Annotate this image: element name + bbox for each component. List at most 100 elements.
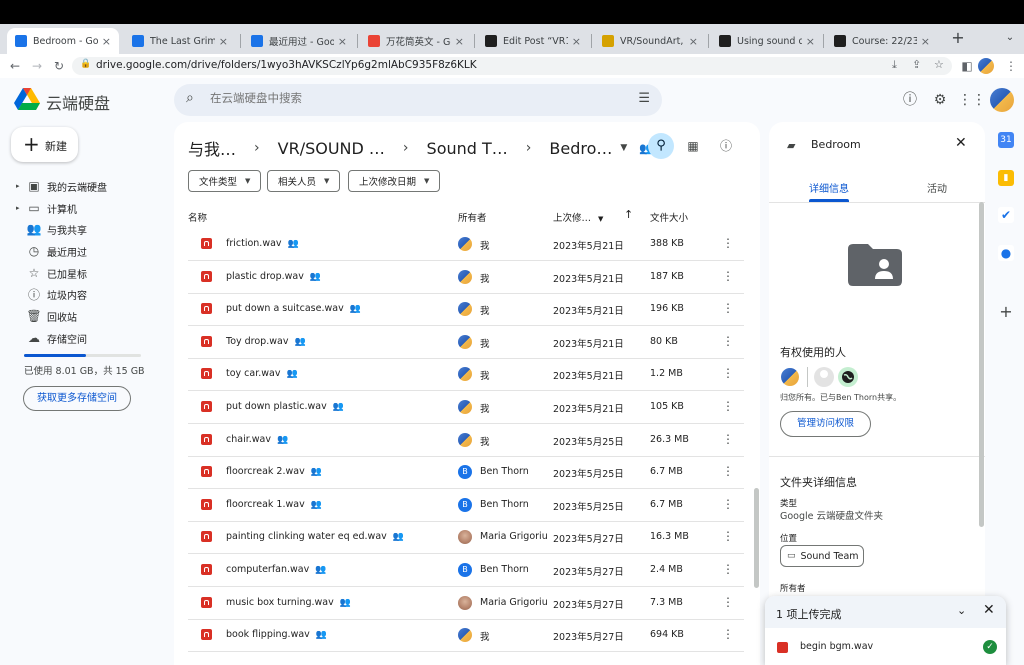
filter-toggle-icon[interactable]: ⚲ bbox=[648, 133, 674, 159]
browser-tab[interactable]: Using sound desig × bbox=[711, 28, 823, 54]
search-icon[interactable]: ⌕ bbox=[186, 90, 194, 106]
more-actions-icon[interactable]: ⋮ bbox=[722, 301, 734, 315]
tab-details[interactable]: 详细信息 bbox=[809, 180, 849, 195]
column-modified[interactable]: 上次修… ▼ bbox=[553, 210, 603, 224]
profile-avatar[interactable] bbox=[978, 58, 994, 74]
file-name-cell[interactable]: floorcreak 2.wav 👥 bbox=[226, 466, 322, 477]
filter-chip[interactable]: 相关人员 ▼ bbox=[267, 170, 341, 192]
table-row[interactable]: put down plastic.wav 👥 我 2023年5月21日 105 KB ⋮ bbox=[188, 391, 744, 424]
calendar-icon[interactable]: 31 bbox=[998, 132, 1014, 148]
table-row[interactable]: floorcreak 2.wav 👥 B Ben Thorn 2023年5月25日 6.7… bbox=[188, 456, 744, 490]
more-actions-icon[interactable]: ⋮ bbox=[722, 497, 734, 511]
browser-tab[interactable]: Bedroom - Google × bbox=[7, 28, 119, 54]
table-row[interactable]: plastic drop.wav 👥 我 2023年5月21日 187 KB ⋮ bbox=[188, 261, 744, 294]
browser-tab[interactable]: Course: 22/23 Coll × bbox=[826, 28, 938, 54]
tasks-icon[interactable]: ✔ bbox=[998, 207, 1014, 223]
address-bar[interactable]: 🔒 drive.google.com/drive/folders/1wyo3hA… bbox=[72, 57, 952, 75]
file-name-cell[interactable]: painting clinking water eq ed.wav 👥 bbox=[226, 531, 404, 542]
expand-arrow-icon[interactable]: ▸ bbox=[16, 182, 23, 190]
more-actions-icon[interactable]: ⋮ bbox=[722, 529, 734, 543]
search-input[interactable] bbox=[210, 91, 610, 105]
uploaded-file-name[interactable]: begin bgm.wav bbox=[800, 641, 873, 652]
breadcrumb-item[interactable]: VR/SOUND … bbox=[278, 139, 385, 158]
close-icon[interactable]: ✕ bbox=[983, 602, 995, 618]
table-row[interactable]: put down a suitcase.wav 👥 我 2023年5月21日 196 K… bbox=[188, 293, 744, 327]
settings-gear-icon[interactable]: ⚙ bbox=[930, 90, 950, 110]
get-more-storage-button[interactable]: 获取更多存储空间 bbox=[23, 386, 131, 411]
table-row[interactable]: friction.wav 👥 我 2023年5月21日 388 KB ⋮ bbox=[188, 228, 744, 261]
file-list-scrollbar[interactable] bbox=[754, 488, 759, 588]
drive-logo-icon[interactable] bbox=[14, 88, 40, 110]
sidebar-item[interactable]: ▸ ▣ 我的云端硬盘 bbox=[16, 176, 156, 196]
file-name-cell[interactable]: computerfan.wav 👥 bbox=[226, 564, 326, 575]
sidebar-item[interactable]: ◷ 最近用过 bbox=[16, 241, 156, 261]
column-owner[interactable]: 所有者 bbox=[458, 210, 487, 224]
browser-menu-icon[interactable]: ⋮ bbox=[1002, 57, 1020, 75]
reload-icon[interactable]: ↻ bbox=[50, 57, 68, 75]
tab-close-icon[interactable]: × bbox=[806, 35, 815, 48]
details-scrollbar[interactable] bbox=[979, 202, 984, 527]
chevron-down-icon[interactable]: ⌄ bbox=[957, 604, 966, 617]
sort-dropdown-icon[interactable]: ▼ bbox=[598, 215, 603, 223]
tab-close-icon[interactable]: × bbox=[455, 35, 464, 48]
column-size[interactable]: 文件大小 bbox=[650, 210, 688, 224]
account-avatar[interactable] bbox=[990, 88, 1014, 112]
owner-avatar[interactable] bbox=[780, 367, 800, 387]
tab-close-icon[interactable]: × bbox=[572, 35, 581, 48]
sidebar-item[interactable]: 👥 与我共享 bbox=[16, 219, 156, 239]
tab-search-button[interactable]: ⌄ bbox=[1000, 28, 1020, 48]
table-row[interactable]: music box turning.wav 👥 Maria Grigoriu 2023… bbox=[188, 587, 744, 620]
file-name-cell[interactable]: friction.wav 👥 bbox=[226, 238, 299, 249]
keep-icon[interactable]: ▮ bbox=[998, 170, 1014, 186]
share-icon[interactable]: ⇪ bbox=[912, 58, 921, 71]
tab-close-icon[interactable]: × bbox=[338, 35, 347, 48]
file-name-cell[interactable]: chair.wav 👥 bbox=[226, 434, 288, 445]
shared-user-avatar[interactable] bbox=[814, 367, 834, 387]
search-bar[interactable]: ⌕ ☰ bbox=[174, 84, 662, 116]
table-row[interactable]: painting clinking water eq ed.wav 👥 Maria … bbox=[188, 521, 744, 555]
sidebar-item[interactable]: ⓘ 垃圾内容 bbox=[16, 284, 156, 304]
breadcrumb-item[interactable]: 与我… bbox=[188, 136, 236, 160]
file-name-cell[interactable]: book flipping.wav 👥 bbox=[226, 629, 327, 640]
grid-view-icon[interactable]: ▦ bbox=[684, 137, 702, 155]
more-actions-icon[interactable]: ⋮ bbox=[722, 464, 734, 478]
install-icon[interactable]: ⤓ bbox=[892, 58, 897, 72]
bookmark-star-icon[interactable]: ☆ bbox=[934, 58, 944, 71]
close-icon[interactable]: ✕ bbox=[955, 135, 967, 151]
more-actions-icon[interactable]: ⋮ bbox=[722, 366, 734, 380]
breadcrumb-current[interactable]: Bedro… bbox=[549, 139, 612, 158]
tab-close-icon[interactable]: × bbox=[219, 35, 228, 48]
new-tab-button[interactable]: + bbox=[948, 28, 968, 48]
tab-close-icon[interactable]: × bbox=[689, 35, 698, 48]
info-icon[interactable]: ⓘ bbox=[717, 137, 735, 155]
table-row[interactable]: chair.wav 👥 我 2023年5月25日 26.3 MB ⋮ bbox=[188, 424, 744, 457]
browser-tab[interactable]: The Last Grimm Ta × bbox=[124, 28, 236, 54]
file-name-cell[interactable]: plastic drop.wav 👥 bbox=[226, 271, 321, 282]
help-icon[interactable]: ⓘ bbox=[900, 90, 920, 110]
sidebar-item[interactable]: ☆ 已加星标 bbox=[16, 263, 156, 283]
more-actions-icon[interactable]: ⋮ bbox=[722, 236, 734, 250]
browser-tab[interactable]: Edit Post “VR12–W × bbox=[477, 28, 589, 54]
new-button[interactable]: + 新建 bbox=[11, 127, 78, 162]
lock-icon[interactable]: 🔒 bbox=[80, 59, 91, 69]
add-app-icon[interactable]: + bbox=[998, 304, 1014, 320]
filter-chip[interactable]: 文件类型 ▼ bbox=[188, 170, 262, 192]
tab-close-icon[interactable]: × bbox=[102, 35, 111, 48]
more-actions-icon[interactable]: ⋮ bbox=[722, 334, 734, 348]
sidebar-item[interactable]: 🗑 回收站 bbox=[16, 306, 156, 326]
manage-access-button[interactable]: 管理访问权限 bbox=[780, 411, 871, 437]
sidebar-item[interactable]: ☁ 存储空间 bbox=[16, 328, 156, 348]
back-icon[interactable]: ← bbox=[6, 57, 24, 75]
breadcrumb-item[interactable]: Sound T… bbox=[427, 139, 508, 158]
side-panel-icon[interactable]: ◧ bbox=[958, 57, 976, 75]
search-options-icon[interactable]: ☰ bbox=[638, 91, 650, 106]
apps-grid-icon[interactable]: ⋮⋮ bbox=[958, 90, 986, 110]
filter-chip[interactable]: 上次修改日期 ▼ bbox=[348, 170, 441, 192]
folder-menu-dropdown-icon[interactable]: ▼ bbox=[620, 143, 627, 153]
tab-close-icon[interactable]: × bbox=[921, 35, 930, 48]
table-row[interactable]: book flipping.wav 👥 我 2023年5月27日 694 KB ⋮ bbox=[188, 619, 744, 653]
table-row[interactable]: Toy drop.wav 👥 我 2023年5月21日 80 KB ⋮ bbox=[188, 326, 744, 359]
browser-tab[interactable]: 万花筒英文 - Googl × bbox=[360, 28, 472, 54]
browser-tab[interactable]: VR/SoundArt, Onlin × bbox=[594, 28, 706, 54]
table-row[interactable]: computerfan.wav 👥 B Ben Thorn 2023年5月27日 2.4 … bbox=[188, 554, 744, 587]
